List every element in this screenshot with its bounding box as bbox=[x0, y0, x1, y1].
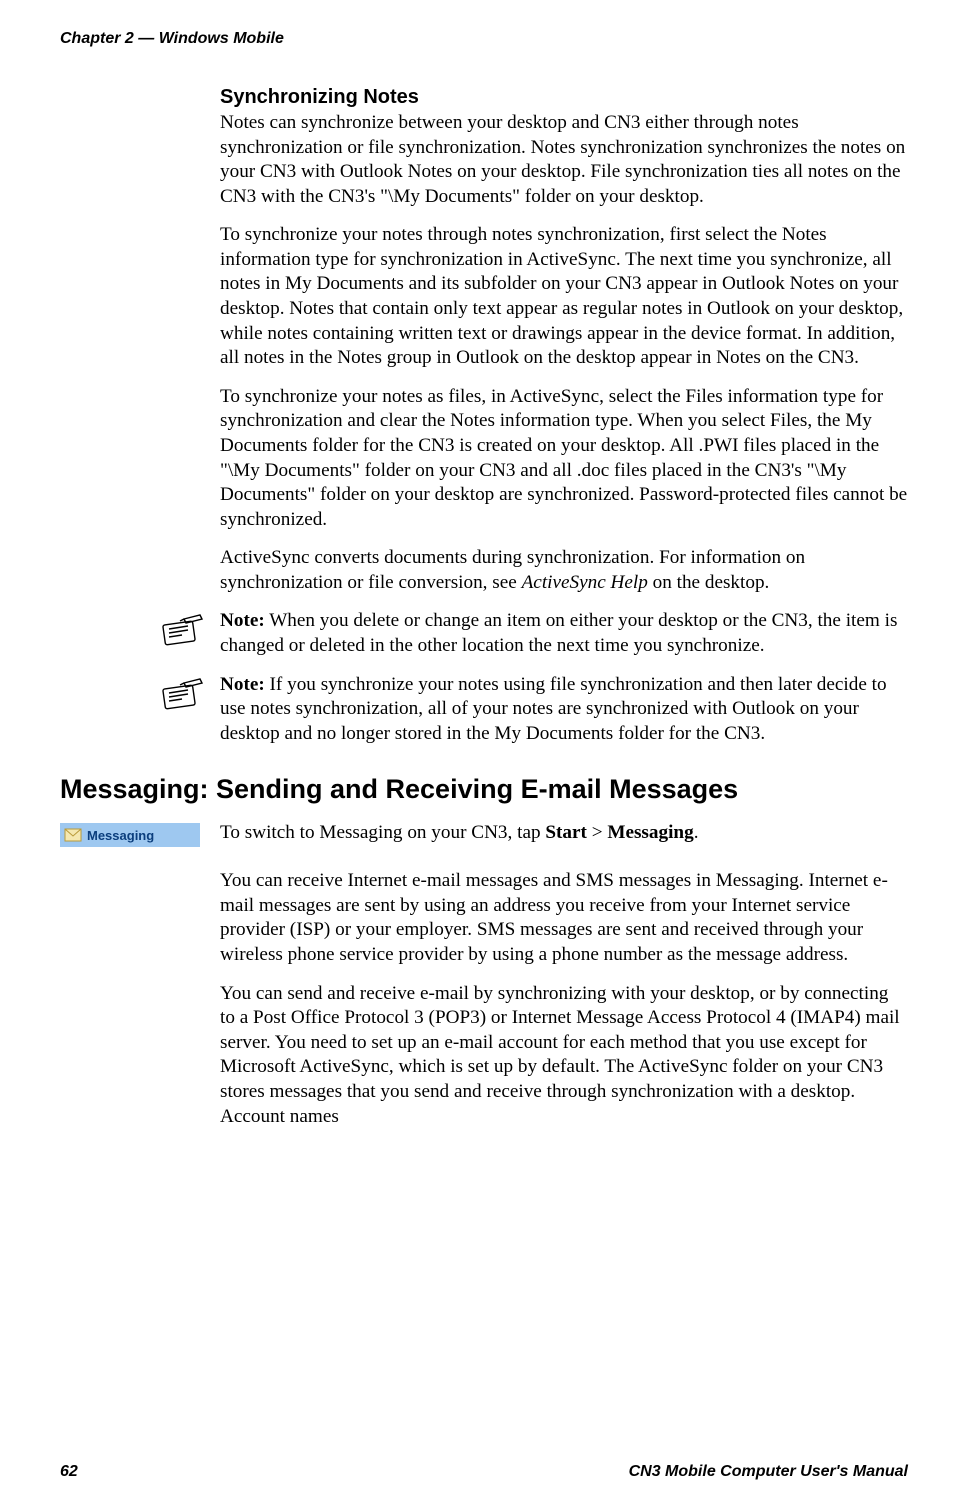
messaging-app-icon: Messaging bbox=[60, 823, 200, 847]
paragraph: You can send and receive e-mail by synch… bbox=[220, 982, 908, 1129]
paragraph: To synchronize your notes as files, in A… bbox=[220, 385, 908, 532]
page-number: 62 bbox=[60, 1463, 78, 1481]
envelope-icon bbox=[64, 828, 82, 842]
text: on the desktop. bbox=[648, 572, 770, 593]
text: . bbox=[694, 822, 699, 843]
paragraph: Notes can synchronize between your deskt… bbox=[220, 111, 908, 209]
messaging-intro-text: To switch to Messaging on your CN3, tap … bbox=[220, 821, 908, 846]
main-content: Synchronizing Notes Notes can synchroniz… bbox=[220, 86, 908, 1129]
page: Chapter 2 — Windows Mobile Synchronizing… bbox=[0, 0, 968, 1503]
paragraph: ActiveSync converts documents during syn… bbox=[220, 546, 908, 595]
text-bold: Start bbox=[545, 822, 587, 843]
note-icon-cell bbox=[160, 609, 220, 652]
note-body: When you delete or change an item on eit… bbox=[220, 610, 897, 656]
paragraph: You can receive Internet e-mail messages… bbox=[220, 869, 908, 967]
note-text: Note: If you synchronize your notes usin… bbox=[220, 673, 908, 747]
messaging-pill-label: Messaging bbox=[87, 828, 154, 843]
text-italic: ActiveSync Help bbox=[522, 572, 648, 593]
heading-synchronizing-notes: Synchronizing Notes bbox=[220, 86, 908, 109]
note-icon-cell bbox=[160, 673, 220, 716]
note-body: If you synchronize your notes using file… bbox=[220, 674, 887, 744]
page-footer: 62 CN3 Mobile Computer User's Manual bbox=[60, 1463, 908, 1481]
note-label: Note: bbox=[220, 674, 265, 695]
heading-messaging: Messaging: Sending and Receiving E-mail … bbox=[60, 774, 908, 805]
chapter-label: Chapter 2 — Windows Mobile bbox=[60, 30, 284, 47]
page-header: Chapter 2 — Windows Mobile bbox=[60, 30, 908, 48]
manual-title: CN3 Mobile Computer User's Manual bbox=[629, 1463, 908, 1481]
text: > bbox=[587, 822, 607, 843]
note-label: Note: bbox=[220, 610, 265, 631]
note-icon bbox=[160, 677, 204, 711]
note-block: Note: When you delete or change an item … bbox=[160, 609, 908, 658]
messaging-intro-row: Messaging To switch to Messaging on your… bbox=[60, 821, 908, 847]
text: To switch to Messaging on your CN3, tap bbox=[220, 822, 545, 843]
note-text: Note: When you delete or change an item … bbox=[220, 609, 908, 658]
note-block: Note: If you synchronize your notes usin… bbox=[160, 673, 908, 747]
note-icon bbox=[160, 613, 204, 647]
paragraph: To synchronize your notes through notes … bbox=[220, 223, 908, 370]
text-bold: Messaging bbox=[607, 822, 693, 843]
